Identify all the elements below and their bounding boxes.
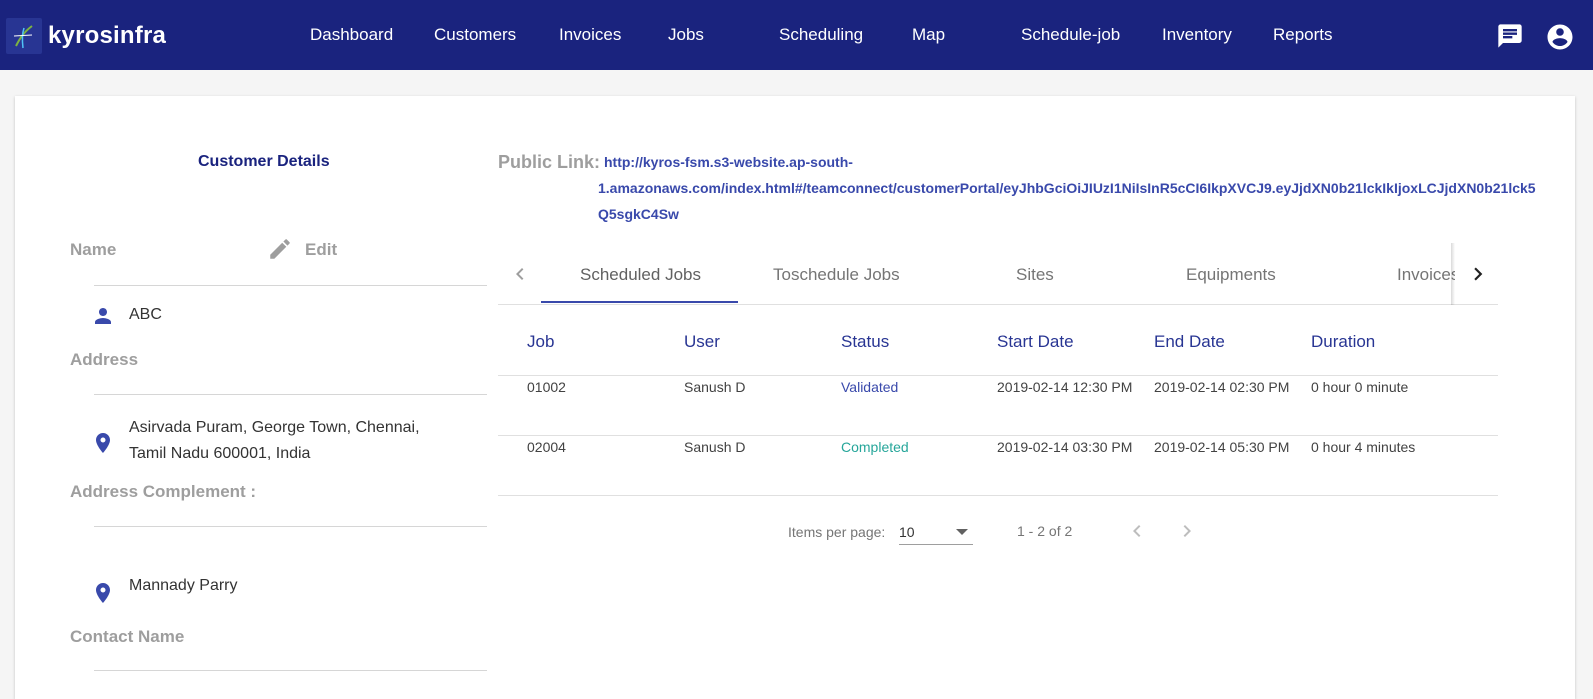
nav-jobs[interactable]: Jobs	[668, 25, 704, 45]
cell-duration: 0 hour 0 minute	[1311, 379, 1409, 395]
column-header-job[interactable]: Job	[527, 332, 554, 352]
cell-user: Sanush D	[684, 439, 746, 455]
page-size-value: 10	[899, 524, 915, 540]
address-complement-value: Mannady Parry	[129, 577, 238, 594]
customer-details-title: Customer Details	[198, 153, 330, 170]
tab-equipments[interactable]: Equipments	[1186, 265, 1276, 285]
contact-name-label: Contact Name	[70, 627, 185, 646]
public-link-url-line-3[interactable]: Q5sgkC4Sw	[598, 206, 679, 222]
top-app-bar: kyrosinfra Dashboard Customers Invoices …	[0, 0, 1593, 70]
column-header-end-date[interactable]: End Date	[1154, 332, 1225, 352]
brand-name[interactable]: kyrosinfra	[48, 22, 166, 50]
page-size-select[interactable]: 10	[899, 517, 973, 545]
edit-icon[interactable]	[267, 236, 293, 262]
cell-end-date: 2019-02-14 05:30 PM	[1154, 439, 1290, 455]
nav-dashboard[interactable]: Dashboard	[310, 25, 393, 45]
nav-schedule-job[interactable]: Schedule-job	[1021, 25, 1120, 45]
public-link-label: Public Link:	[498, 152, 601, 172]
cell-start-date: 2019-02-14 12:30 PM	[997, 379, 1133, 395]
detail-tabs: Scheduled Jobs Toschedule Jobs Sites Equ…	[498, 243, 1498, 305]
account-circle-icon[interactable]	[1545, 22, 1575, 52]
cell-job: 02004	[527, 439, 566, 455]
column-header-user[interactable]: User	[684, 332, 720, 352]
column-header-status[interactable]: Status	[841, 332, 889, 352]
nav-customers[interactable]: Customers	[434, 25, 516, 45]
address-line-2: Tamil Nadu 600001, India	[129, 445, 311, 462]
tab-toschedule-jobs[interactable]: Toschedule Jobs	[773, 265, 900, 285]
tabs-scroll-shadow	[1451, 243, 1455, 305]
row-divider	[498, 435, 1498, 436]
tabs-scroll-left-button[interactable]	[500, 243, 540, 305]
active-tab-indicator	[541, 301, 738, 303]
customer-name-value: ABC	[129, 306, 162, 323]
public-link-url-line-1[interactable]: http://kyros-fsm.s3-website.ap-south-	[604, 154, 853, 170]
edit-button[interactable]: Edit	[305, 240, 337, 260]
address-line-1: Asirvada Puram, George Town, Chennai,	[129, 419, 420, 436]
previous-page-button[interactable]	[1125, 519, 1149, 543]
customer-detail-card: Customer Details Name Edit ABC Address A…	[15, 96, 1575, 699]
tabs-scroll-right-button[interactable]	[1458, 243, 1498, 305]
public-link-url-line-2[interactable]: 1.amazonaws.com/index.html#/teamconnect/…	[598, 180, 1536, 196]
page-range-label: 1 - 2 of 2	[1017, 523, 1073, 539]
nav-inventory[interactable]: Inventory	[1162, 25, 1232, 45]
column-header-duration[interactable]: Duration	[1311, 332, 1375, 352]
cell-start-date: 2019-02-14 03:30 PM	[997, 439, 1133, 455]
nav-invoices[interactable]: Invoices	[559, 25, 621, 45]
address-complement-label: Address Complement :	[70, 482, 257, 501]
person-icon	[95, 308, 111, 324]
next-page-button[interactable]	[1175, 519, 1199, 543]
location-pin-icon	[96, 433, 110, 453]
row-divider	[498, 495, 1498, 496]
cell-end-date: 2019-02-14 02:30 PM	[1154, 379, 1290, 395]
address-label: Address	[70, 350, 139, 369]
items-per-page-label: Items per page:	[788, 524, 886, 540]
cell-status: Validated	[841, 379, 899, 395]
brand-logo[interactable]	[6, 18, 42, 54]
divider	[94, 526, 487, 527]
cell-status: Completed	[841, 439, 909, 455]
tab-scheduled-jobs[interactable]: Scheduled Jobs	[580, 265, 701, 285]
nav-map[interactable]: Map	[912, 25, 945, 45]
divider	[94, 670, 487, 671]
location-pin-icon	[96, 583, 110, 603]
cell-user: Sanush D	[684, 379, 746, 395]
tabs-overflow-clip: Invoices	[1338, 243, 1455, 305]
chevron-right-icon	[1474, 267, 1483, 281]
cell-job: 01002	[527, 379, 566, 395]
chat-icon[interactable]	[1496, 22, 1524, 50]
column-header-start-date[interactable]: Start Date	[997, 332, 1074, 352]
header-divider	[498, 375, 1498, 376]
dropdown-arrow-icon	[956, 529, 968, 535]
tab-invoices[interactable]: Invoices	[1397, 265, 1455, 285]
logo-icon	[13, 25, 33, 49]
nav-reports[interactable]: Reports	[1273, 25, 1333, 45]
cell-duration: 0 hour 4 minutes	[1311, 439, 1416, 455]
divider	[94, 285, 487, 286]
tab-sites[interactable]: Sites	[1016, 265, 1054, 285]
chevron-left-icon	[516, 268, 524, 280]
divider	[94, 394, 487, 395]
nav-scheduling[interactable]: Scheduling	[779, 25, 863, 45]
name-label: Name	[70, 240, 117, 259]
